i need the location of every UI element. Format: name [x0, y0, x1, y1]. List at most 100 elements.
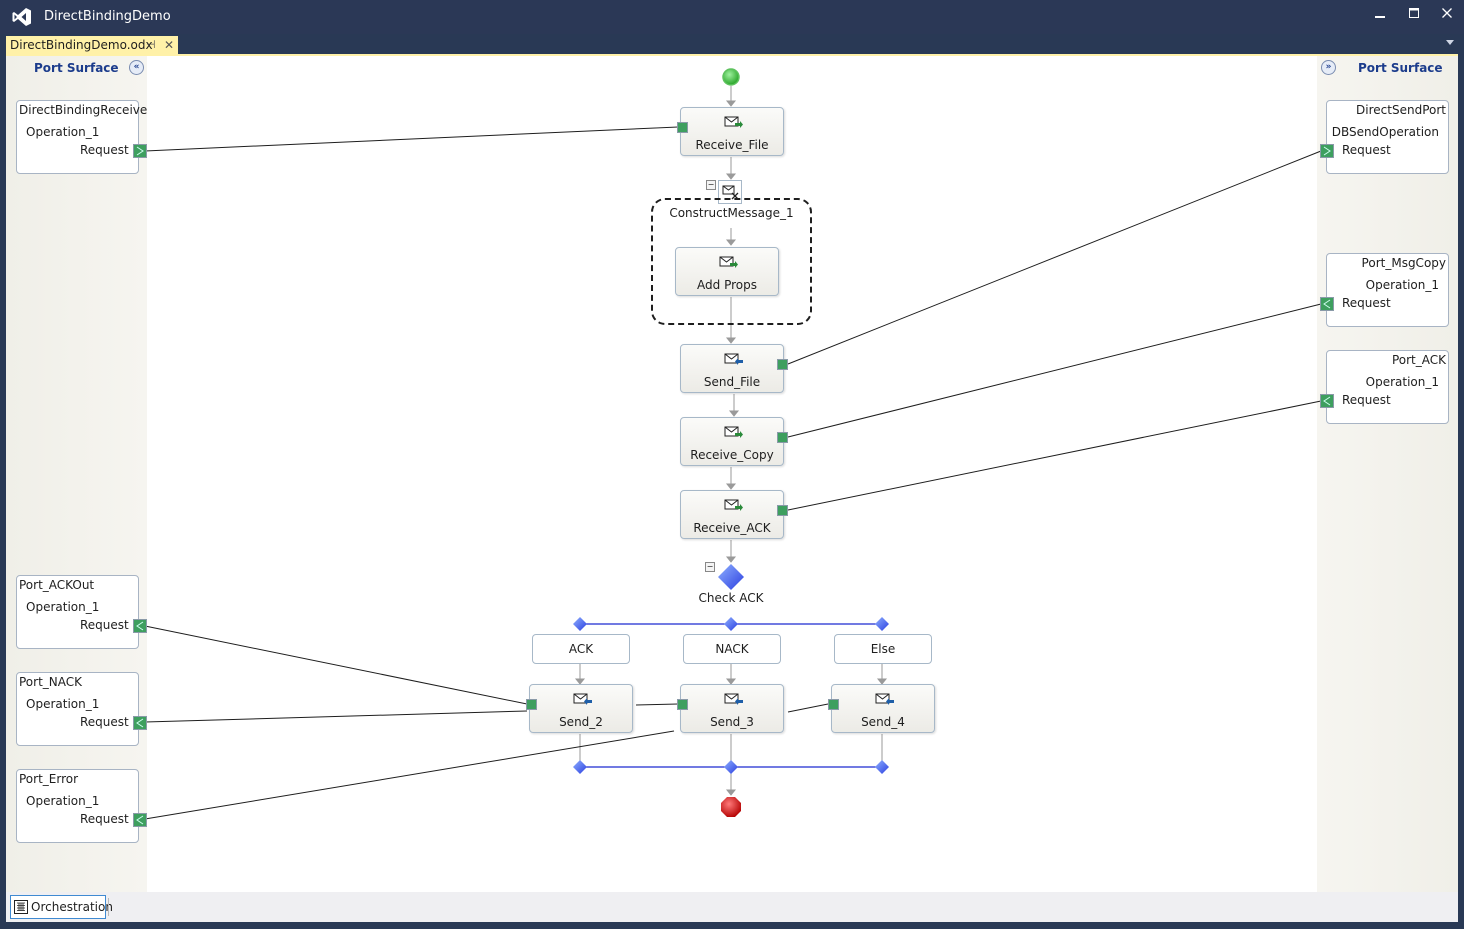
port-message[interactable]: Request	[80, 618, 129, 632]
flow-arrow	[725, 173, 737, 180]
port-operation[interactable]: Operation_1	[1366, 278, 1439, 292]
view-tab-label: Orchestration	[31, 900, 113, 914]
branch-nack[interactable]: NACK	[683, 634, 781, 664]
divider	[108, 898, 109, 916]
port-handle-send[interactable]	[133, 813, 147, 827]
port-message[interactable]: Request	[80, 715, 129, 729]
shape-port-connector[interactable]	[828, 699, 839, 710]
shape-label: Receive_ACK	[693, 521, 771, 535]
flow-arrow	[725, 337, 737, 344]
binding-wire-send4	[787, 703, 829, 713]
port-message[interactable]: Request	[1342, 143, 1391, 157]
binding-wire-directbindingreceive	[144, 126, 679, 152]
document-tab-strip: DirectBindingDemo.odx ⊣ ✕	[0, 34, 1464, 54]
shape-send-file[interactable]: Send_File	[680, 344, 784, 393]
shape-label: Send_2	[559, 715, 603, 729]
shape-add-props[interactable]: Add Props	[675, 247, 779, 296]
send-message-icon	[724, 693, 743, 705]
shape-receive-ack[interactable]: Receive_ACK	[680, 490, 784, 539]
receive-message-icon	[724, 116, 743, 128]
branch-label: Else	[870, 642, 896, 656]
minimize-icon	[1375, 16, 1385, 18]
binding-wire-port-nack	[144, 710, 528, 723]
branch-label: NACK	[715, 642, 749, 656]
maximize-button[interactable]	[1400, 5, 1428, 25]
decide-diamond-icon	[718, 564, 744, 590]
port-ack[interactable]: Port_ACK Operation_1 Request	[1326, 350, 1449, 424]
designer-view-bar: Orchestration	[6, 892, 1458, 922]
pin-icon[interactable]: ⊣	[146, 36, 156, 54]
minimize-button[interactable]	[1366, 5, 1394, 25]
orchestration-grid-icon	[14, 900, 28, 914]
shape-label: Receive_Copy	[690, 448, 774, 462]
close-window-button[interactable]	[1433, 5, 1461, 25]
port-handle-receive[interactable]	[1320, 297, 1334, 311]
shape-port-connector[interactable]	[677, 122, 688, 133]
flow-arrow	[725, 483, 737, 490]
shape-port-connector[interactable]	[677, 699, 688, 710]
port-handle-receive[interactable]	[1320, 394, 1334, 408]
receive-message-icon	[724, 426, 743, 438]
shape-send-4[interactable]: Send_4	[831, 684, 935, 733]
visual-studio-logo-icon	[12, 8, 31, 26]
construct-message-label: ConstructMessage_1	[669, 206, 794, 220]
receive-message-icon	[724, 499, 743, 511]
shape-label: Send_File	[703, 375, 761, 389]
port-message[interactable]: Request	[80, 812, 129, 826]
port-operation[interactable]: Operation_1	[26, 697, 99, 711]
send-message-icon	[724, 353, 743, 365]
shape-port-connector[interactable]	[777, 505, 788, 516]
end-shape	[721, 797, 741, 817]
start-shape	[722, 68, 740, 86]
branch-else[interactable]: Else	[834, 634, 932, 664]
tab-overflow-dropdown-icon[interactable]	[1446, 40, 1454, 45]
port-name: Port_ACK	[1391, 353, 1446, 367]
port-ackout[interactable]: Port_ACKOut Operation_1 Request	[16, 575, 139, 649]
port-message[interactable]: Request	[80, 143, 129, 157]
port-handle-send[interactable]	[133, 619, 147, 633]
shape-receive-copy[interactable]: Receive_Copy	[680, 417, 784, 466]
binding-wire-directsendport	[787, 150, 1322, 365]
shape-label: Send_3	[710, 715, 754, 729]
branch-diamond-icon	[875, 617, 889, 631]
collapse-icon[interactable]: −	[706, 180, 716, 190]
port-handle-send[interactable]	[133, 716, 147, 730]
branch-label: ACK	[568, 642, 594, 656]
port-handle-send[interactable]	[1320, 144, 1334, 158]
branch-ack[interactable]: ACK	[532, 634, 630, 664]
maximize-icon	[1409, 8, 1419, 18]
branch-diamond-icon	[875, 760, 889, 774]
shape-port-connector[interactable]	[777, 359, 788, 370]
binding-wire-port-ackout	[144, 625, 528, 705]
port-operation[interactable]: Operation_1	[26, 794, 99, 808]
binding-wire-port-error	[144, 730, 675, 820]
port-msgcopy[interactable]: Port_MsgCopy Operation_1 Request	[1326, 253, 1449, 327]
port-operation[interactable]: Operation_1	[26, 600, 99, 614]
shape-receive-file[interactable]: Receive_File	[680, 107, 784, 156]
tab-label: DirectBindingDemo.odx	[10, 38, 153, 52]
port-operation[interactable]: DBSendOperation	[1332, 125, 1439, 139]
close-tab-icon[interactable]: ✕	[164, 36, 174, 54]
shape-port-connector[interactable]	[526, 699, 537, 710]
branch-diamond-icon	[724, 617, 738, 631]
branch-diamond-icon	[724, 760, 738, 774]
collapse-icon[interactable]: −	[705, 562, 715, 572]
orchestration-view-tab[interactable]: Orchestration	[10, 895, 113, 919]
port-directsendport[interactable]: DirectSendPort DBSendOperation Request	[1326, 100, 1449, 174]
port-message[interactable]: Request	[1342, 296, 1391, 310]
shape-send-2[interactable]: Send_2	[529, 684, 633, 733]
flow-arrow	[725, 556, 737, 563]
branch-diamond-icon	[573, 760, 587, 774]
port-message[interactable]: Request	[1342, 393, 1391, 407]
port-error[interactable]: Port_Error Operation_1 Request	[16, 769, 139, 843]
port-handle-receive[interactable]	[133, 144, 147, 158]
port-nack[interactable]: Port_NACK Operation_1 Request	[16, 672, 139, 746]
port-operation[interactable]: Operation_1	[26, 125, 99, 139]
decide-shape-label[interactable]: Check ACK	[686, 591, 776, 605]
orchestration-designer[interactable]: Port Surface « » Port Surface DirectBind…	[6, 56, 1458, 892]
port-directbindingreceive[interactable]: DirectBindingReceive Operation_1 Request	[16, 100, 147, 174]
shape-port-connector[interactable]	[777, 432, 788, 443]
port-operation[interactable]: Operation_1	[1366, 375, 1439, 389]
tab-directbindingdemo-odx[interactable]: DirectBindingDemo.odx ⊣ ✕	[6, 36, 178, 54]
shape-send-3[interactable]: Send_3	[680, 684, 784, 733]
